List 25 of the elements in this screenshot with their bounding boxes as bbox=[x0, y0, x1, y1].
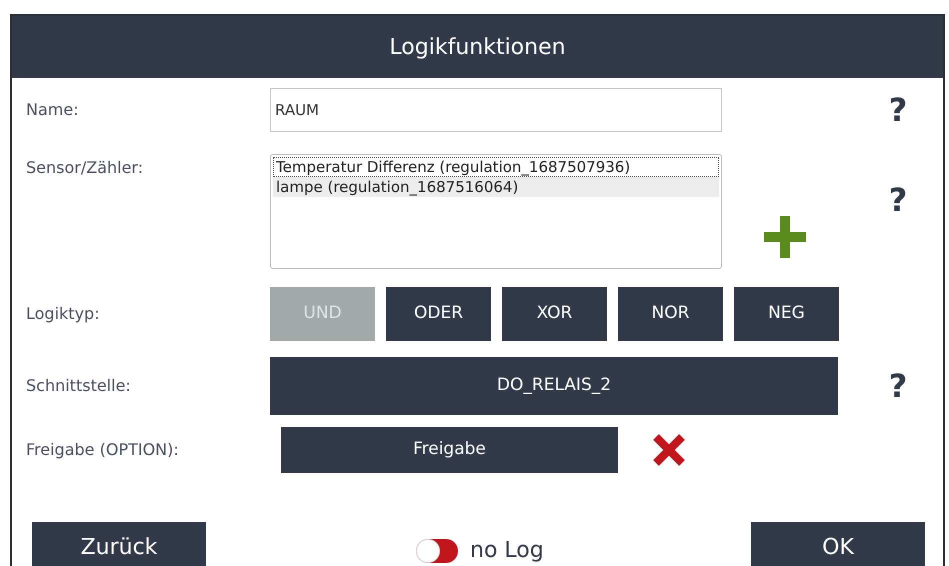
field-label: Sensor/Zähler: bbox=[26, 157, 144, 179]
release-button[interactable]: Freigabe bbox=[281, 427, 618, 473]
help-mark[interactable]: ? bbox=[883, 370, 913, 402]
logic-type-button[interactable]: ODER bbox=[386, 287, 491, 341]
name-field[interactable]: RAUM bbox=[270, 88, 722, 132]
toggle-label: no Log bbox=[470, 537, 544, 565]
field-label: Schnittstelle: bbox=[26, 375, 132, 397]
list-item[interactable]: Temperatur Differenz (regulation_1687507936) bbox=[273, 157, 719, 177]
logic-type-button[interactable]: NEG bbox=[734, 287, 839, 341]
close-icon[interactable] bbox=[652, 433, 686, 467]
back-button[interactable]: Zurück bbox=[32, 522, 206, 566]
field-label: Name: bbox=[26, 99, 80, 121]
sensor-list[interactable]: Temperatur Differenz (regulation_1687507936) lampe (regulation_1687516064) bbox=[270, 154, 722, 269]
help-mark[interactable]: ? bbox=[883, 94, 913, 126]
field-label: Logiktyp: bbox=[26, 303, 101, 325]
window-title: Logikfunktionen bbox=[12, 16, 943, 78]
interface-button[interactable]: DO_RELAIS_2 bbox=[270, 357, 838, 415]
logic-type-button[interactable]: NOR bbox=[618, 287, 723, 341]
log-toggle[interactable] bbox=[416, 538, 458, 562]
logic-type-button[interactable]: XOR bbox=[502, 287, 607, 341]
ok-button[interactable]: OK bbox=[751, 522, 925, 566]
plus-icon[interactable] bbox=[764, 216, 806, 258]
list-item[interactable]: lampe (regulation_1687516064) bbox=[273, 177, 719, 197]
help-mark[interactable]: ? bbox=[883, 184, 913, 216]
field-label: Freigabe (OPTION): bbox=[26, 439, 180, 461]
